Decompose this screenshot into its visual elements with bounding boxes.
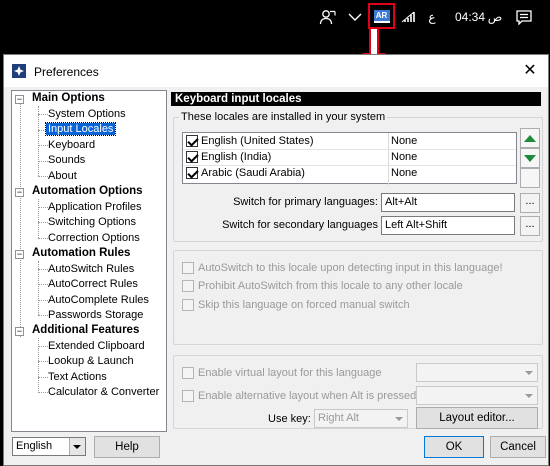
tree-item-lookup-launch[interactable]: Lookup & Launch [48, 355, 134, 367]
alt-layout-dropdown[interactable] [416, 386, 538, 405]
tree-item-system-options[interactable]: System Options [48, 108, 126, 120]
secondary-switch-button[interactable]: ... [520, 216, 540, 236]
taskbar: AR ع 04:34 ص [0, 0, 550, 34]
tree-item-extended-clipboard[interactable]: Extended Clipboard [48, 340, 145, 352]
tree-item-autocorrect-rules[interactable]: AutoCorrect Rules [48, 278, 138, 290]
use-key-dropdown[interactable]: Right Alt [314, 409, 408, 428]
chevron-down-icon [73, 445, 81, 449]
table-row[interactable]: English (United States) None [183, 134, 516, 150]
tree-expander[interactable]: − [15, 327, 24, 336]
tree-item-autoswitch-rules[interactable]: AutoSwitch Rules [48, 263, 134, 275]
use-key-label: Use key: [268, 413, 311, 425]
ime-indicator[interactable]: ع [424, 0, 440, 34]
locale-name: Arabic (Saudi Arabia) [201, 167, 305, 179]
arrow-down-icon [524, 154, 536, 162]
wifi-icon[interactable] [398, 0, 418, 34]
chevron-down-icon [395, 417, 403, 421]
ui-language-select[interactable]: English [12, 437, 86, 456]
tree-item-about[interactable]: About [48, 170, 77, 182]
locale-checkbox[interactable] [186, 151, 198, 163]
tree-category-automation-rules[interactable]: Automation Rules [32, 247, 130, 259]
tree-item-passwords-storage[interactable]: Passwords Storage [48, 309, 143, 321]
primary-switch-field[interactable]: Alt+Alt [381, 193, 515, 212]
tree-item-switching-options[interactable]: Switching Options [48, 216, 136, 228]
title-bar[interactable]: Preferences ✕ [4, 55, 548, 87]
tree-item-autocomplete-rules[interactable]: AutoComplete Rules [48, 294, 149, 306]
options-tree[interactable]: − Main Options System Options Input Loca… [11, 90, 167, 432]
autoswitch-checkbox[interactable] [182, 262, 194, 274]
locale-settings-button[interactable] [520, 168, 540, 188]
tree-expander[interactable]: − [15, 95, 24, 104]
locale-switch: None [391, 167, 418, 179]
prohibit-label: Prohibit AutoSwitch from this locale to … [198, 280, 463, 292]
close-button[interactable]: ✕ [520, 61, 540, 81]
skip-label: Skip this language on forced manual swit… [198, 299, 410, 311]
language-badge-label: AR [373, 9, 390, 23]
tree-item-calculator-converter[interactable]: Calculator & Converter [48, 386, 159, 398]
tree-category-main-options[interactable]: Main Options [32, 92, 105, 104]
notification-icon[interactable] [512, 0, 536, 34]
locale-switch: None [391, 151, 418, 163]
secondary-switch-label: Switch for secondary languages [222, 219, 378, 231]
virtual-layout-dropdown[interactable] [416, 363, 538, 382]
app-icon [12, 64, 26, 78]
installed-locales-title: These locales are installed in your syst… [179, 111, 388, 123]
cancel-button[interactable]: Cancel [490, 436, 546, 458]
chevron-down-icon [525, 371, 533, 375]
alt-layout-checkbox[interactable] [182, 390, 194, 402]
tree-expander[interactable]: − [15, 188, 24, 197]
help-button[interactable]: Help [94, 436, 160, 458]
tree-item-correction-options[interactable]: Correction Options [48, 232, 140, 244]
language-badge[interactable]: AR [368, 3, 395, 29]
skip-checkbox[interactable] [182, 299, 194, 311]
clock-time[interactable]: 04:34 [452, 0, 488, 34]
secondary-switch-field[interactable]: Left Alt+Shift [381, 216, 515, 235]
tree-item-application-profiles[interactable]: Application Profiles [48, 201, 142, 213]
locale-switch: None [391, 135, 418, 147]
tree-item-text-actions[interactable]: Text Actions [48, 371, 107, 383]
table-row[interactable]: English (India) None [183, 150, 516, 166]
chevron-down-icon [525, 394, 533, 398]
ok-button[interactable]: OK [424, 436, 484, 458]
ui-language-value: English [16, 440, 53, 452]
autoswitch-label: AutoSwitch to this locale upon detecting… [198, 262, 503, 274]
move-down-button[interactable] [520, 148, 540, 168]
tree-item-keyboard[interactable]: Keyboard [48, 139, 95, 151]
primary-switch-button[interactable]: ... [520, 193, 540, 213]
table-row[interactable]: Arabic (Saudi Arabia) None [183, 166, 516, 182]
clock-ampm: ص [487, 10, 503, 24]
locale-checkbox[interactable] [186, 167, 198, 179]
tree-category-additional-features[interactable]: Additional Features [32, 324, 139, 336]
arrow-up-icon [524, 134, 536, 142]
tree-expander[interactable]: − [15, 250, 24, 259]
move-up-button[interactable] [520, 128, 540, 148]
tree-category-automation-options[interactable]: Automation Options [32, 185, 143, 197]
virtual-layout-label: Enable virtual layout for this language [198, 367, 382, 379]
primary-switch-label: Switch for primary languages: [233, 196, 378, 208]
window-title: Preferences [34, 65, 99, 79]
tree-item-input-locales[interactable]: Input Locales [44, 122, 117, 136]
locale-name: English (India) [201, 151, 272, 163]
layout-editor-button[interactable]: Layout editor... [416, 407, 538, 429]
use-key-value: Right Alt [318, 412, 359, 424]
alt-layout-label: Enable alternative layout when Alt is pr… [198, 390, 417, 402]
prohibit-checkbox[interactable] [182, 280, 194, 292]
locale-checkbox[interactable] [186, 135, 198, 147]
locales-table[interactable]: English (United States) None English (In… [182, 132, 517, 185]
locale-name: English (United States) [201, 135, 314, 147]
tree-item-sounds[interactable]: Sounds [48, 154, 85, 166]
people-icon[interactable] [316, 0, 340, 34]
panel-header: Keyboard input locales [171, 92, 541, 106]
virtual-layout-checkbox[interactable] [182, 367, 194, 379]
